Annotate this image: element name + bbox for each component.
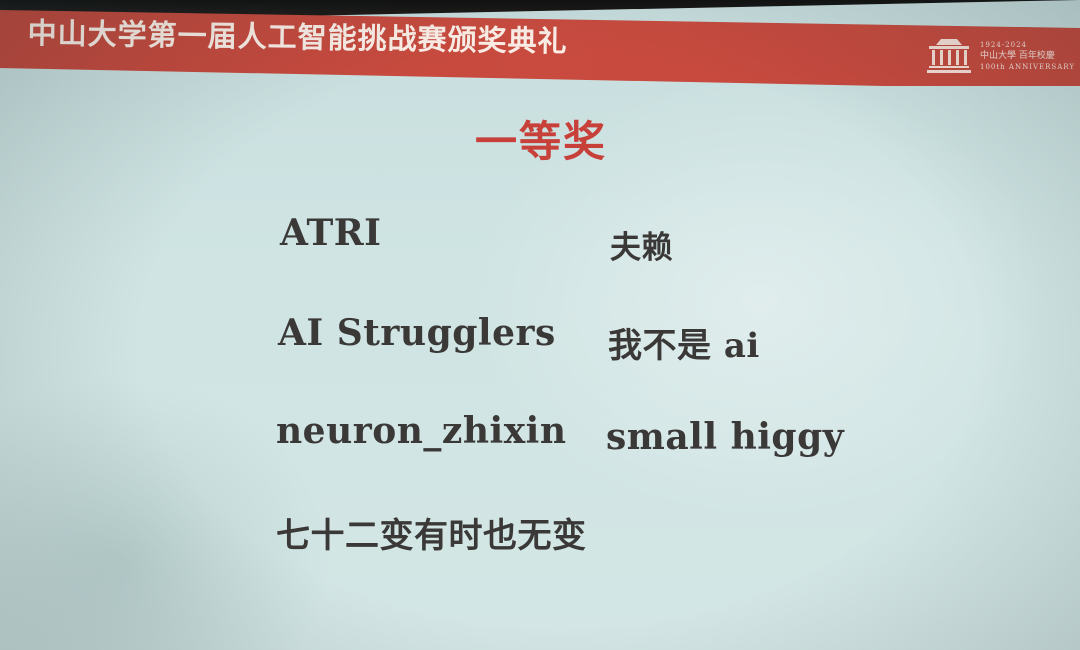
team-name: 我不是 ai: [608, 326, 760, 366]
team-name: AI Strugglers: [278, 312, 556, 354]
team-name: ATRI: [280, 212, 382, 254]
award-heading: 一等奖: [475, 117, 608, 166]
logo-subtitle: 100th ANNIVERSARY: [980, 63, 1075, 71]
team-name: 七十二变有时也无变: [276, 516, 587, 556]
team-name: neuron_zhixin: [276, 410, 567, 452]
banner-title: 中山大学第一届人工智能挑战赛颁奖典礼: [27, 15, 568, 59]
building-icon: [927, 39, 971, 73]
logo-name: 中山大學 百年校慶: [980, 51, 1055, 61]
team-name: small higgy: [606, 416, 845, 458]
team-name: 夫赖: [610, 230, 673, 266]
anniversary-logo: 1924-2024 中山大學 百年校慶 100th ANNIVERSARY: [924, 36, 1074, 78]
logo-years: 1924-2024: [980, 41, 1027, 49]
